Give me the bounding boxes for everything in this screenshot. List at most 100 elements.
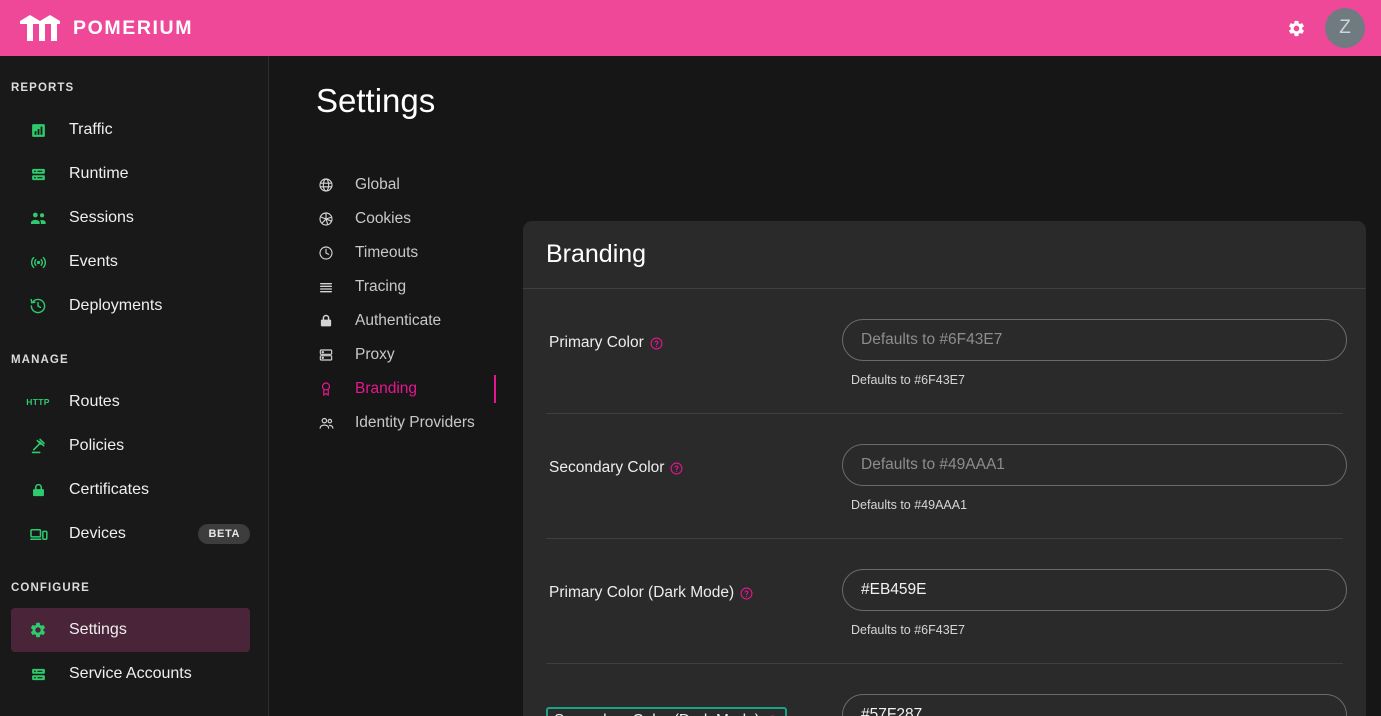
settings-nav-label: Identity Providers <box>355 414 475 432</box>
field-label: Primary Color <box>546 332 666 354</box>
settings-nav-item-global[interactable]: Global <box>316 168 496 202</box>
field-row-primary-color-dark-mode: Primary Color (Dark Mode) Defaults to #6… <box>546 539 1343 664</box>
topbar-actions: Z <box>1283 8 1365 48</box>
sidebar-item-policies[interactable]: Policies <box>11 424 250 468</box>
help-circle-icon[interactable] <box>650 337 663 350</box>
card-header: Branding <box>523 221 1366 289</box>
field-label-wrap: Secondary Color <box>546 444 842 479</box>
globe-icon <box>316 175 336 195</box>
sidebar-item-label: Settings <box>69 621 127 639</box>
field-row-secondary-color: Secondary Color Defaults to #49AAA1 <box>546 414 1343 539</box>
settings-sub-nav: Global Cookies Timeouts Tracing Authenti <box>316 168 496 440</box>
field-label-wrap: Primary Color <box>546 319 842 354</box>
field-label-text: Secondary Color (Dark Mode) <box>554 712 760 716</box>
field-input-wrap: Defaults to #49AAA1 <box>842 444 1347 512</box>
secondary-color-dark-mode-input[interactable] <box>842 694 1347 716</box>
help-circle-icon[interactable] <box>740 587 753 600</box>
gear-icon <box>27 619 49 641</box>
settings-nav-label: Branding <box>355 380 417 398</box>
sidebar-item-label: Runtime <box>69 165 129 183</box>
sidebar-item-routes[interactable]: HTTP Routes <box>11 380 250 424</box>
settings-nav-label: Authenticate <box>355 312 441 330</box>
server-icon <box>316 345 336 365</box>
settings-nav-item-branding[interactable]: Branding <box>316 372 496 406</box>
brand-logo-area[interactable]: POMERIUM <box>18 13 193 43</box>
pomerium-logo-icon <box>18 13 62 43</box>
card-body: Primary Color Defaults to #6F43E7 Second… <box>523 289 1366 716</box>
lock-icon <box>27 479 49 501</box>
settings-nav-item-identity-providers[interactable]: Identity Providers <box>316 406 496 440</box>
brand-name: POMERIUM <box>73 17 193 40</box>
sidebar-item-label: Deployments <box>69 297 162 315</box>
sidebar-item-settings[interactable]: Settings <box>11 608 250 652</box>
sidebar-item-label: Devices <box>69 525 126 543</box>
settings-nav-item-proxy[interactable]: Proxy <box>316 338 496 372</box>
settings-nav-item-tracing[interactable]: Tracing <box>316 270 496 304</box>
sidebar-item-label: Policies <box>69 437 124 455</box>
field-input-wrap: Defaults to #6F43E7 <box>842 319 1347 387</box>
help-circle-icon[interactable] <box>670 462 683 475</box>
card-title: Branding <box>546 240 646 269</box>
sidebar-group-label-reports: REPORTS <box>0 82 268 94</box>
sidebar-item-devices[interactable]: Devices BETA <box>11 512 250 556</box>
sidebar-group-label-manage: MANAGE <box>0 354 268 366</box>
sidebar-item-label: Certificates <box>69 481 149 499</box>
sidebar-item-events[interactable]: Events <box>11 240 250 284</box>
server-icon <box>27 663 49 685</box>
branding-card: Branding Primary Color Defaults to #6F43… <box>523 221 1366 716</box>
field-row-secondary-color-dark-mode: Secondary Color (Dark Mode) Defaults to … <box>546 664 1343 716</box>
gavel-icon <box>27 435 49 457</box>
sidebar-item-label: Routes <box>69 393 120 411</box>
avatar[interactable]: Z <box>1325 8 1365 48</box>
sidebar-item-certificates[interactable]: Certificates <box>11 468 250 512</box>
field-label-highlighted: Secondary Color (Dark Mode) <box>546 707 787 716</box>
aperture-icon <box>316 209 336 229</box>
users-icon <box>27 207 49 229</box>
field-row-primary-color: Primary Color Defaults to #6F43E7 <box>546 289 1343 414</box>
field-helper-text: Defaults to #49AAA1 <box>851 498 1347 512</box>
sidebar-item-traffic[interactable]: Traffic <box>11 108 250 152</box>
settings-nav-item-authenticate[interactable]: Authenticate <box>316 304 496 338</box>
field-label-text: Primary Color (Dark Mode) <box>549 584 734 602</box>
settings-nav-label: Proxy <box>355 346 395 364</box>
sidebar-item-label: Service Accounts <box>69 665 192 683</box>
lines-icon <box>316 277 336 297</box>
field-helper-text: Defaults to #6F43E7 <box>851 623 1347 637</box>
settings-nav-label: Tracing <box>355 278 406 296</box>
main-content: Settings Global Cookies Timeouts Traci <box>270 56 1381 716</box>
settings-nav-item-timeouts[interactable]: Timeouts <box>316 236 496 270</box>
settings-nav-item-cookies[interactable]: Cookies <box>316 202 496 236</box>
primary-color-input[interactable] <box>842 319 1347 361</box>
field-label-wrap: Primary Color (Dark Mode) <box>546 569 842 604</box>
active-nav-indicator <box>494 375 496 403</box>
sidebar-item-label: Traffic <box>69 121 113 139</box>
status-badge: BETA <box>198 524 250 544</box>
field-label-text: Secondary Color <box>549 459 664 477</box>
sidebar-item-service-accounts[interactable]: Service Accounts <box>11 652 250 696</box>
users-icon <box>316 413 336 433</box>
sidebar-item-deployments[interactable]: Deployments <box>11 284 250 328</box>
page-title: Settings <box>316 82 1381 120</box>
field-label-wrap: Secondary Color (Dark Mode) <box>546 694 842 716</box>
sidebar-item-label: Sessions <box>69 209 134 227</box>
lock-icon <box>316 311 336 331</box>
server-icon <box>27 163 49 185</box>
field-label: Secondary Color <box>546 457 686 479</box>
sidebar-item-label: Events <box>69 253 118 271</box>
top-app-bar: POMERIUM Z <box>0 0 1381 56</box>
field-input-wrap: Defaults to #6F43E7 <box>842 569 1347 637</box>
history-clock-icon <box>27 295 49 317</box>
sidebar-item-runtime[interactable]: Runtime <box>11 152 250 196</box>
sidebar-item-sessions[interactable]: Sessions <box>11 196 250 240</box>
primary-sidebar: REPORTS Traffic Runtime Sessions Events … <box>0 56 269 716</box>
field-helper-text: Defaults to #6F43E7 <box>851 373 1347 387</box>
gear-icon[interactable] <box>1283 15 1309 41</box>
settings-nav-label: Cookies <box>355 210 411 228</box>
sidebar-group-label-configure: CONFIGURE <box>0 582 268 594</box>
http-icon: HTTP <box>27 391 49 413</box>
clock-icon <box>316 243 336 263</box>
primary-color-dark-mode-input[interactable] <box>842 569 1347 611</box>
secondary-color-input[interactable] <box>842 444 1347 486</box>
broadcast-icon <box>27 251 49 273</box>
devices-icon <box>27 523 49 545</box>
